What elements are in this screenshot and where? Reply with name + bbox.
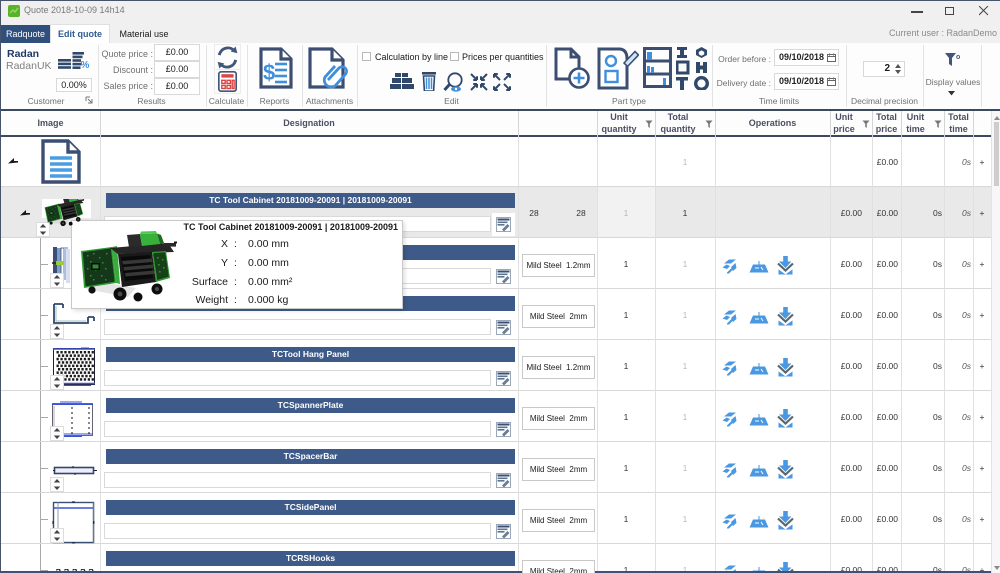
- svg-text:%: %: [81, 60, 90, 69]
- svg-text:o: o: [956, 54, 960, 61]
- svg-text:$: $: [263, 60, 275, 85]
